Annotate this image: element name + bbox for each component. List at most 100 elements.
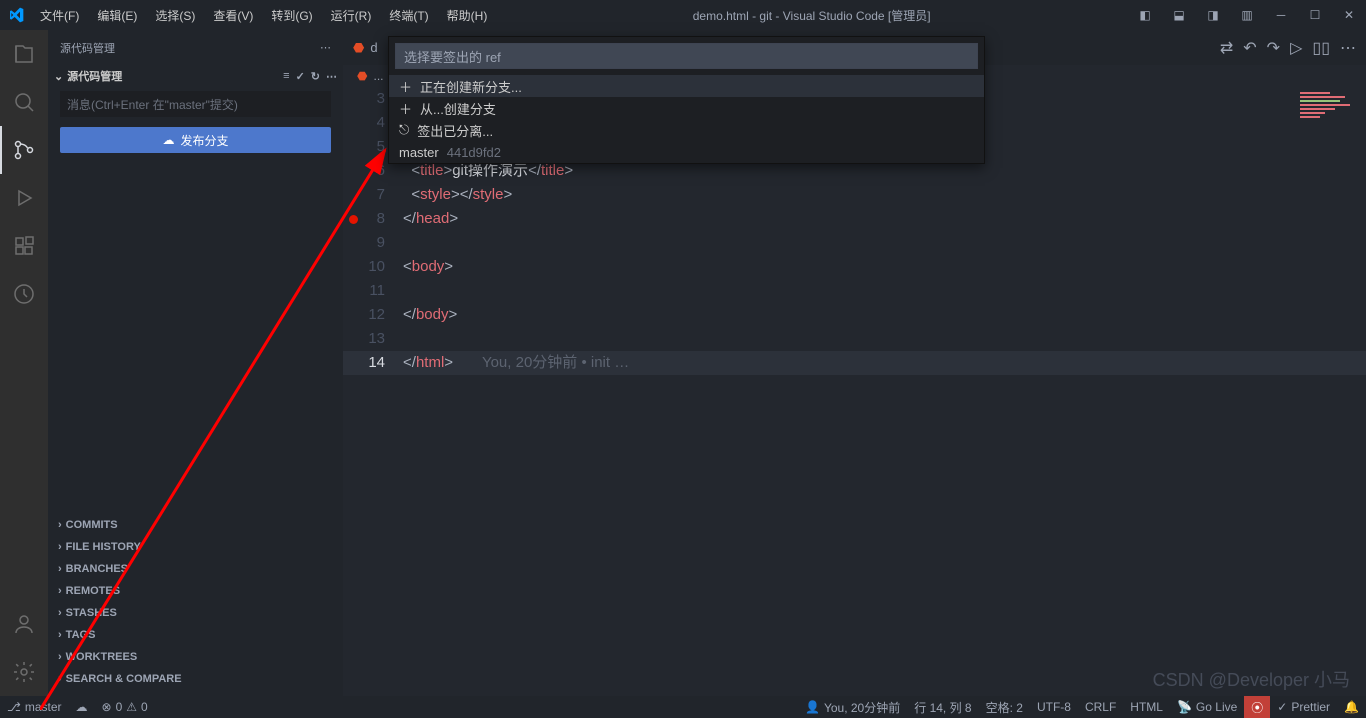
- menu-file[interactable]: 文件(F): [32, 3, 87, 28]
- activity-bar: [0, 30, 48, 696]
- menu-view[interactable]: 查看(V): [205, 3, 261, 28]
- chevron-right-icon: ›: [58, 563, 62, 575]
- maximize-icon[interactable]: ☐: [1298, 0, 1332, 30]
- scm-sidebar: 源代码管理 ⋯ ⌄ 源代码管理 ≡ ✓ ↻ ⋯ 消息(Ctrl+Enter 在"…: [48, 30, 343, 696]
- section-branches[interactable]: ›BRANCHES: [48, 558, 343, 580]
- cloud-upload-icon: ☁: [162, 133, 174, 147]
- section-commits[interactable]: › COMMITS: [48, 514, 343, 536]
- code-line[interactable]: 14</html> You, 20分钟前 • init …: [343, 351, 1366, 375]
- menu-select[interactable]: 选择(S): [147, 3, 203, 28]
- refresh-icon[interactable]: ↻: [311, 70, 320, 83]
- history-back-icon[interactable]: ↶: [1243, 38, 1256, 58]
- search-icon[interactable]: [0, 78, 48, 126]
- section-remotes[interactable]: ›REMOTES: [48, 580, 343, 602]
- code-line[interactable]: 13: [343, 327, 1366, 351]
- status-blame[interactable]: 👤 You, 20分钟前: [798, 696, 907, 718]
- quickpick-input[interactable]: 选择要签出的 ref: [395, 43, 978, 69]
- more-icon[interactable]: ⋯: [320, 41, 331, 54]
- qp-label: master: [399, 145, 439, 160]
- tree-icon[interactable]: ≡: [283, 70, 289, 83]
- status-screencast[interactable]: ⦿: [1244, 696, 1270, 718]
- golive-label: Go Live: [1196, 700, 1237, 714]
- section-worktrees[interactable]: ›WORKTREES: [48, 646, 343, 668]
- minimap[interactable]: [1300, 90, 1360, 170]
- section-search[interactable]: ›SEARCH & COMPARE: [48, 668, 343, 690]
- history-fwd-icon[interactable]: ↷: [1267, 38, 1280, 58]
- qp-ref-master[interactable]: master441d9fd2: [389, 141, 984, 163]
- blame-text: You, 20分钟前: [824, 699, 900, 716]
- layout-right-icon[interactable]: ◨: [1196, 0, 1230, 30]
- plus-icon: ＋: [399, 99, 412, 118]
- menu-run[interactable]: 运行(R): [323, 3, 380, 28]
- timeline-icon[interactable]: [0, 270, 48, 318]
- status-branch[interactable]: ⎇master: [0, 696, 69, 718]
- status-cursor[interactable]: 行 14, 列 8: [907, 696, 978, 718]
- settings-icon[interactable]: [0, 648, 48, 696]
- section-file-history[interactable]: › FILE HISTORY: [48, 536, 343, 558]
- cloud-icon: ☁: [76, 700, 88, 714]
- section-stashes[interactable]: ›STASHES: [48, 602, 343, 624]
- code-line[interactable]: 12</body>: [343, 303, 1366, 327]
- commit-message-input[interactable]: 消息(Ctrl+Enter 在"master"提交): [60, 91, 331, 117]
- explorer-icon[interactable]: [0, 30, 48, 78]
- more-icon[interactable]: ⋯: [1340, 38, 1356, 58]
- status-sync[interactable]: ☁: [69, 696, 95, 718]
- layout-left-icon[interactable]: ◧: [1128, 0, 1162, 30]
- check-icon: ✓: [1277, 700, 1287, 714]
- scm-provider-label: 源代码管理: [67, 68, 122, 84]
- chevron-right-icon: ›: [58, 541, 62, 553]
- scm-icon[interactable]: [0, 126, 48, 174]
- menu-terminal[interactable]: 终端(T): [381, 3, 436, 28]
- debug-disconnect-icon: ⎋: [399, 122, 409, 138]
- status-eol[interactable]: CRLF: [1078, 696, 1123, 718]
- minimize-icon[interactable]: ─: [1264, 0, 1298, 30]
- split-icon[interactable]: ▯▯: [1312, 38, 1330, 58]
- status-bell[interactable]: 🔔: [1337, 696, 1366, 718]
- status-lang[interactable]: HTML: [1123, 696, 1170, 718]
- html-file-icon: ⬣: [353, 40, 364, 56]
- status-bar: ⎇master ☁ ⊗0⚠0 👤 You, 20分钟前 行 14, 列 8 空格:…: [0, 696, 1366, 718]
- run-icon[interactable]: ▷: [1290, 38, 1302, 58]
- qp-create-branch-from[interactable]: ＋从...创建分支: [389, 97, 984, 119]
- extensions-icon[interactable]: [0, 222, 48, 270]
- status-problems[interactable]: ⊗0⚠0: [95, 696, 155, 718]
- code-line[interactable]: 8</head>: [343, 207, 1366, 231]
- compare-icon[interactable]: ⇄: [1220, 38, 1233, 58]
- code-line[interactable]: 7 <style></style>: [343, 183, 1366, 207]
- chevron-right-icon: ›: [58, 585, 62, 597]
- prettier-label: Prettier: [1291, 700, 1330, 714]
- tab-demo-html[interactable]: ⬣ d: [343, 30, 388, 65]
- menu-edit[interactable]: 编辑(E): [89, 3, 145, 28]
- check-icon[interactable]: ✓: [296, 70, 305, 83]
- menu-go[interactable]: 转到(G): [263, 3, 320, 28]
- section-label: SEARCH & COMPARE: [66, 673, 182, 685]
- publish-branch-button[interactable]: ☁ 发布分支: [60, 127, 331, 153]
- status-prettier[interactable]: ✓ Prettier: [1270, 696, 1337, 718]
- section-label: FILE HISTORY: [66, 541, 141, 553]
- scm-provider-header[interactable]: ⌄ 源代码管理 ≡ ✓ ↻ ⋯: [48, 65, 343, 87]
- layout-bottom-icon[interactable]: ⬓: [1162, 0, 1196, 30]
- chevron-right-icon: ›: [58, 519, 62, 531]
- section-label: COMMITS: [66, 519, 118, 531]
- status-encoding[interactable]: UTF-8: [1030, 696, 1078, 718]
- status-indent[interactable]: 空格: 2: [979, 696, 1030, 718]
- close-icon[interactable]: ✕: [1332, 0, 1366, 30]
- layout-grid-icon[interactable]: ▥: [1230, 0, 1264, 30]
- code-line[interactable]: 9: [343, 231, 1366, 255]
- chevron-right-icon: ›: [58, 629, 62, 641]
- qp-checkout-detached[interactable]: ⎋签出已分离...: [389, 119, 984, 141]
- debug-icon[interactable]: [0, 174, 48, 222]
- person-icon: 👤: [805, 700, 820, 714]
- broadcast-icon: 📡: [1177, 700, 1192, 714]
- tab-label: d: [370, 40, 377, 55]
- gitlens-sections: › COMMITS › FILE HISTORY ›BRANCHES ›REMOTE…: [48, 514, 343, 696]
- section-tags[interactable]: ›TAGS: [48, 624, 343, 646]
- menu-help[interactable]: 帮助(H): [439, 3, 496, 28]
- code-line[interactable]: 10<body>: [343, 255, 1366, 279]
- code-line[interactable]: 11: [343, 279, 1366, 303]
- qp-create-branch[interactable]: ＋正在创建新分支...: [389, 75, 984, 97]
- status-branch-label: master: [25, 700, 62, 714]
- more-icon[interactable]: ⋯: [326, 70, 337, 83]
- account-icon[interactable]: [0, 600, 48, 648]
- status-golive[interactable]: 📡 Go Live: [1170, 696, 1244, 718]
